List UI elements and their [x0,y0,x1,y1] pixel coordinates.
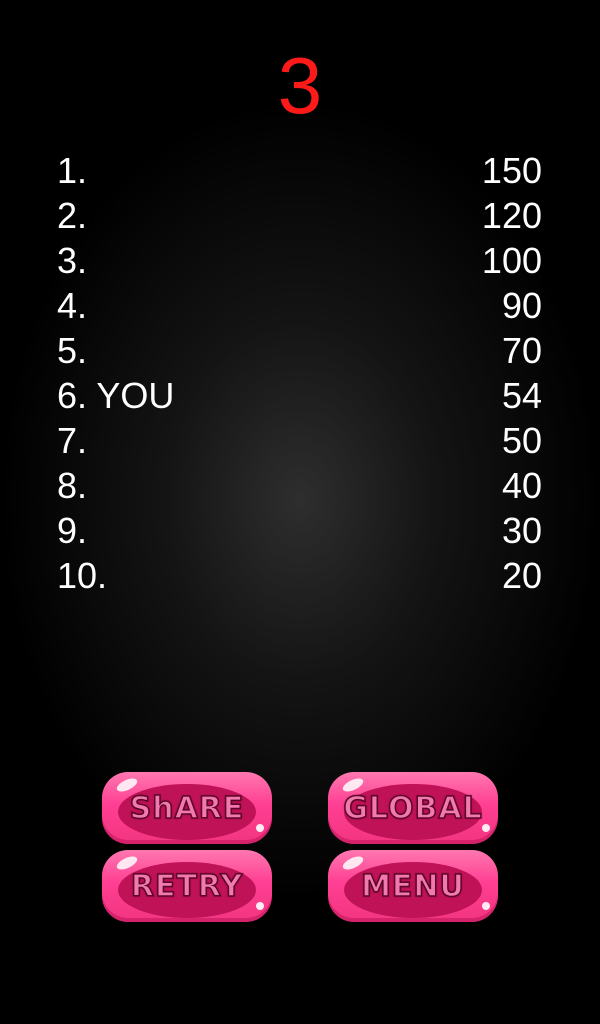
leaderboard-rank: 7. [57,420,88,461]
global-button-label: GLOBAL [343,790,483,827]
leaderboard-rank: 4. [57,285,88,326]
leaderboard-row: 5. 70 [57,328,542,373]
current-rank-number: 3 [277,41,323,130]
leaderboard-score: 40 [501,465,542,506]
leaderboard-rank: 1. [57,150,88,191]
menu-button-label: MENU [360,868,465,905]
leaderboard-row: 4. 90 [57,283,542,328]
leaderboard-rank: 6. YOU [57,375,175,416]
global-button[interactable]: GLOBAL [328,772,498,844]
leaderboard-score: 120 [481,195,542,236]
leaderboard-row-you: 6. YOU 54 [57,373,542,418]
leaderboard-rank: 9. [57,510,88,551]
leaderboard-rank: 8. [57,465,88,506]
action-buttons: ShARE GLOBAL RETRY MENU [102,770,498,922]
leaderboard-rank: 2. [57,195,88,236]
leaderboard-rank: 5. [57,330,88,371]
leaderboard-row: 10. 20 [57,553,542,598]
leaderboard-score: 90 [501,285,542,326]
retry-button[interactable]: RETRY [102,850,272,922]
leaderboard-row: 7. 50 [57,418,542,463]
leaderboard-score: 50 [501,420,542,461]
leaderboard-list: 1. 150 2. 120 3. 100 4. 90 5. 70 6. YOU … [57,148,542,598]
leaderboard-rank: 3. [57,240,88,281]
retry-button-label: RETRY [130,868,244,905]
leaderboard-score: 20 [501,555,542,596]
leaderboard-score: 100 [481,240,542,281]
leaderboard-row: 9. 30 [57,508,542,553]
menu-button[interactable]: MENU [328,850,498,922]
share-button[interactable]: ShARE [102,772,272,844]
leaderboard-score: 54 [501,375,542,416]
leaderboard-row: 1. 150 [57,148,542,193]
leaderboard-score: 30 [501,510,542,551]
leaderboard-row: 2. 120 [57,193,542,238]
leaderboard-rank: 10. [57,555,108,596]
leaderboard-score: 70 [501,330,542,371]
game-over-screen: 3 1. 150 2. 120 3. 100 4. 90 5. 70 6. YO… [0,0,600,1024]
leaderboard-score: 150 [481,150,542,191]
leaderboard-row: 3. 100 [57,238,542,283]
share-button-label: ShARE [129,790,245,827]
leaderboard-row: 8. 40 [57,463,542,508]
